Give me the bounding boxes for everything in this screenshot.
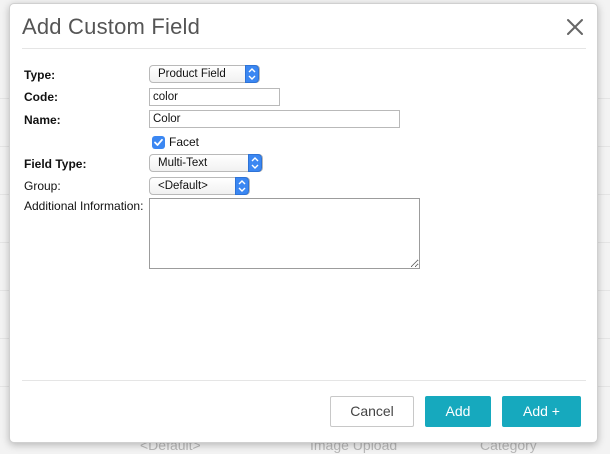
add-custom-field-dialog: Add Custom Field Type: Product Field Cod… [9, 3, 598, 443]
field-type-label: Field Type: [24, 157, 87, 171]
dialog-title: Add Custom Field [22, 14, 201, 39]
footer-divider [22, 380, 586, 381]
type-label: Type: [24, 68, 56, 82]
group-select-value: <Default> [158, 180, 208, 192]
group-select[interactable]: <Default> [149, 177, 250, 195]
dialog-header: Add Custom Field [10, 4, 597, 48]
select-arrows-icon [235, 177, 249, 195]
select-arrows-icon [245, 65, 259, 83]
close-button[interactable] [563, 15, 587, 39]
facet-checkbox[interactable] [152, 136, 165, 149]
group-label: Group: [24, 179, 61, 193]
header-divider [22, 48, 586, 49]
additional-information-label: Additional Information: [24, 199, 144, 213]
cancel-button[interactable]: Cancel [330, 396, 414, 427]
select-arrows-icon [248, 154, 262, 172]
close-icon [567, 19, 583, 35]
field-type-select-value: Multi-Text [158, 157, 208, 169]
name-label: Name: [24, 113, 61, 127]
type-select[interactable]: Product Field [149, 65, 260, 83]
additional-information-textarea[interactable] [149, 198, 420, 269]
code-input[interactable] [149, 88, 280, 106]
type-select-value: Product Field [158, 68, 226, 80]
facet-label: Facet [169, 135, 200, 149]
name-input[interactable] [149, 110, 400, 128]
checkmark-icon [154, 138, 163, 146]
add-plus-button[interactable]: Add + [502, 396, 581, 427]
field-type-select[interactable]: Multi-Text [149, 154, 263, 172]
code-label: Code: [24, 90, 58, 104]
add-button[interactable]: Add [425, 396, 491, 427]
